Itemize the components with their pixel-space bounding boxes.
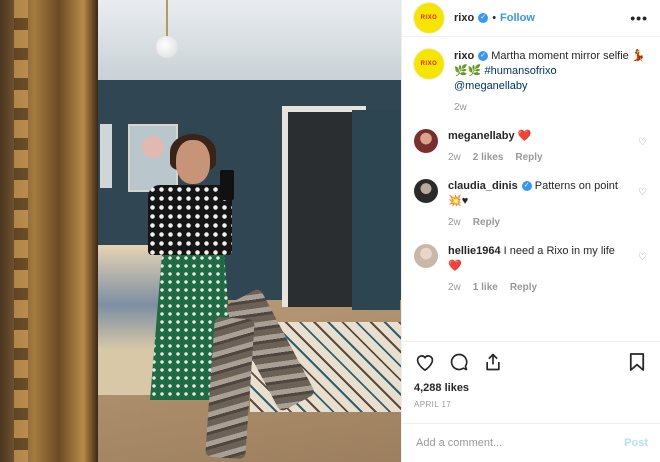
add-comment-input[interactable] bbox=[414, 436, 625, 450]
comment-emoji: ❤️ bbox=[517, 130, 532, 142]
caption-verified-icon: ✓ bbox=[478, 51, 489, 62]
photo-face bbox=[176, 140, 210, 184]
header-username[interactable]: rixo bbox=[454, 12, 474, 24]
photo-lamp bbox=[156, 36, 178, 58]
photo-phone bbox=[220, 170, 234, 200]
caption-avatar-text: RIXO bbox=[420, 61, 438, 67]
caption-username[interactable]: rixo bbox=[454, 50, 474, 62]
share-icon[interactable] bbox=[482, 351, 504, 373]
caption-text: Martha moment mirror selfie bbox=[491, 50, 629, 62]
comment-verified-icon: ✓ bbox=[521, 181, 532, 192]
comment-username[interactable]: hellie1964 bbox=[448, 245, 501, 257]
comment-avatar[interactable] bbox=[414, 179, 438, 203]
comment-likes[interactable]: 2 likes bbox=[473, 152, 504, 163]
verified-badge-icon: ✓ bbox=[478, 13, 489, 23]
comment-like-heart-icon[interactable]: ♡ bbox=[638, 187, 648, 198]
photo-art-small bbox=[100, 124, 112, 188]
comment-bubble-icon[interactable] bbox=[448, 351, 470, 373]
comment-row: meganellaby ❤️ 2w 2 likes Reply ♡ bbox=[414, 129, 648, 175]
post-comment-button[interactable]: Post bbox=[624, 437, 648, 449]
caption-hashtag[interactable]: #humansofrixo bbox=[484, 65, 556, 77]
comment-avatar[interactable] bbox=[414, 244, 438, 268]
rixo-avatar[interactable]: RIXO bbox=[414, 3, 444, 33]
comment-reply-button[interactable]: Reply bbox=[473, 217, 500, 228]
comment-text: I need a Rixo in my life bbox=[503, 245, 615, 257]
photo-mirror-frame bbox=[0, 0, 98, 462]
likes-count[interactable]: 4,288 likes bbox=[402, 382, 660, 394]
instagram-post: RIXO rixo ✓ • Follow ••• RIXO rixo ✓ Mart… bbox=[0, 0, 660, 462]
comment-username[interactable]: meganellaby bbox=[448, 130, 515, 142]
caption-avatar[interactable]: RIXO bbox=[414, 49, 444, 79]
action-bar bbox=[402, 341, 660, 382]
comments-list[interactable]: RIXO rixo ✓ Martha moment mirror selfie 💃… bbox=[402, 37, 660, 341]
comment-emoji: 💥♥ bbox=[448, 195, 469, 207]
post-header: RIXO rixo ✓ • Follow ••• bbox=[402, 0, 660, 37]
comment-likes[interactable]: 1 like bbox=[473, 282, 498, 293]
post-side-panel: RIXO rixo ✓ • Follow ••• RIXO rixo ✓ Mart… bbox=[401, 0, 660, 462]
header-separator: • bbox=[492, 12, 497, 24]
photo-ceiling bbox=[92, 0, 401, 80]
post-photo[interactable] bbox=[0, 0, 401, 462]
follow-button[interactable]: Follow bbox=[500, 12, 535, 24]
comment-text: Patterns on point bbox=[534, 180, 618, 192]
caption-row: RIXO rixo ✓ Martha moment mirror selfie 💃… bbox=[414, 49, 648, 125]
more-options-icon[interactable]: ••• bbox=[630, 10, 648, 26]
comment-time[interactable]: 2w bbox=[448, 282, 461, 293]
add-comment-bar: Post bbox=[402, 423, 660, 462]
comment-username[interactable]: claudia_dinis bbox=[448, 180, 518, 192]
photo-door bbox=[352, 110, 400, 310]
comment-emoji: ❤️ bbox=[448, 260, 462, 272]
comment-reply-button[interactable]: Reply bbox=[515, 152, 542, 163]
bookmark-icon[interactable] bbox=[626, 351, 648, 373]
comment-like-heart-icon[interactable]: ♡ bbox=[638, 137, 648, 148]
comment-time[interactable]: 2w bbox=[448, 152, 461, 163]
caption-mention[interactable]: @meganellaby bbox=[454, 80, 528, 92]
caption-time[interactable]: 2w bbox=[454, 102, 467, 113]
avatar-logo-text: RIXO bbox=[420, 15, 438, 21]
comment-like-heart-icon[interactable]: ♡ bbox=[638, 252, 648, 263]
comment-row: hellie1964 I need a Rixo in my life ❤️ 2… bbox=[414, 244, 648, 305]
like-heart-icon[interactable] bbox=[414, 351, 436, 373]
comment-row: claudia_dinis ✓ Patterns on point 💥♥ 2w Re… bbox=[414, 179, 648, 240]
comment-time[interactable]: 2w bbox=[448, 217, 461, 228]
photo-lamp-cord bbox=[166, 0, 168, 38]
comment-reply-button[interactable]: Reply bbox=[510, 282, 537, 293]
comment-avatar[interactable] bbox=[414, 129, 438, 153]
post-date[interactable]: APRIL 17 bbox=[402, 394, 660, 409]
